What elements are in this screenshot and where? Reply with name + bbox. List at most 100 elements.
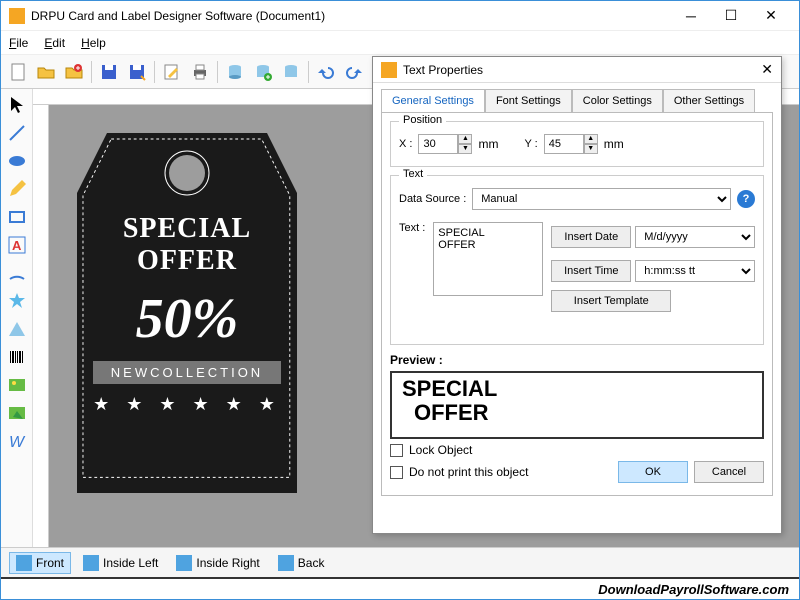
y-label: Y : bbox=[524, 138, 537, 150]
lock-checkbox[interactable]: Lock Object bbox=[390, 443, 764, 457]
cancel-button[interactable]: Cancel bbox=[694, 461, 764, 483]
page-icon bbox=[16, 555, 32, 571]
preview-line1: SPECIAL bbox=[402, 377, 752, 401]
rect-tool[interactable] bbox=[5, 205, 29, 229]
line-tool[interactable] bbox=[5, 121, 29, 145]
tab-color[interactable]: Color Settings bbox=[572, 89, 663, 112]
tag-content: SPECIAL OFFER 50% NEWCOLLECTION ★ ★ ★ ★ … bbox=[67, 213, 307, 503]
tab-inside-right[interactable]: Inside Right bbox=[170, 553, 265, 573]
y-spinner[interactable]: ▲▼ bbox=[544, 134, 598, 154]
db-add-button[interactable] bbox=[250, 59, 276, 85]
svg-text:A: A bbox=[12, 238, 22, 253]
date-format-select[interactable]: M/d/yyyy bbox=[635, 226, 755, 248]
dialog-close-button[interactable]: ✕ bbox=[761, 61, 773, 78]
checkbox-icon bbox=[390, 444, 403, 457]
library-tool[interactable] bbox=[5, 401, 29, 425]
open-delete-button[interactable] bbox=[61, 59, 87, 85]
window-title: DRPU Card and Label Designer Software (D… bbox=[31, 9, 671, 23]
triangle-tool[interactable] bbox=[5, 317, 29, 341]
help-icon[interactable]: ? bbox=[737, 190, 755, 208]
y-up[interactable]: ▲ bbox=[584, 134, 598, 144]
preview-label: Preview : bbox=[390, 353, 764, 367]
side-toolbox: A W bbox=[1, 89, 33, 547]
db-button[interactable] bbox=[222, 59, 248, 85]
tag-text-offer: OFFER bbox=[85, 245, 289, 277]
open-button[interactable] bbox=[33, 59, 59, 85]
tab-back[interactable]: Back bbox=[272, 553, 331, 573]
tag-label[interactable]: SPECIAL OFFER 50% NEWCOLLECTION ★ ★ ★ ★ … bbox=[67, 123, 307, 503]
tag-text-special: SPECIAL bbox=[85, 213, 289, 245]
save-button[interactable] bbox=[96, 59, 122, 85]
pencil-tool[interactable] bbox=[5, 177, 29, 201]
ok-button[interactable]: OK bbox=[618, 461, 688, 483]
x-spinner[interactable]: ▲▼ bbox=[418, 134, 472, 154]
pointer-tool[interactable] bbox=[5, 93, 29, 117]
position-fieldset: Position X : ▲▼ mm Y : ▲▼ mm bbox=[390, 121, 764, 167]
maximize-button[interactable]: ☐ bbox=[711, 2, 751, 30]
position-legend: Position bbox=[399, 114, 446, 126]
y-unit: mm bbox=[604, 137, 624, 151]
dialog-icon bbox=[381, 62, 397, 78]
noprint-checkbox[interactable]: Do not print this object bbox=[390, 465, 612, 479]
image-tool[interactable] bbox=[5, 373, 29, 397]
db-refresh-button[interactable] bbox=[278, 59, 304, 85]
arc-tool[interactable] bbox=[5, 261, 29, 285]
text-tool[interactable]: A bbox=[5, 233, 29, 257]
menu-edit[interactable]: Edit bbox=[44, 36, 65, 50]
wordart-tool[interactable]: W bbox=[5, 429, 29, 453]
tab-general[interactable]: General Settings bbox=[381, 89, 485, 112]
tab-other[interactable]: Other Settings bbox=[663, 89, 755, 112]
footer-text: DownloadPayrollSoftware.com bbox=[598, 582, 789, 597]
text-properties-dialog: Text Properties ✕ General Settings Font … bbox=[372, 56, 782, 534]
x-input[interactable] bbox=[418, 134, 458, 154]
new-button[interactable] bbox=[5, 59, 31, 85]
tag-text-band: NEWCOLLECTION bbox=[93, 361, 281, 384]
time-format-select[interactable]: h:mm:ss tt bbox=[635, 260, 755, 282]
y-input[interactable] bbox=[544, 134, 584, 154]
barcode-tool[interactable] bbox=[5, 345, 29, 369]
menu-help[interactable]: Help bbox=[81, 36, 106, 50]
x-label: X : bbox=[399, 138, 412, 150]
insert-time-button[interactable]: Insert Time bbox=[551, 260, 631, 282]
preview-line2: OFFER bbox=[402, 401, 752, 425]
dialog-titlebar: Text Properties ✕ bbox=[373, 57, 781, 83]
dialog-title: Text Properties bbox=[403, 63, 761, 77]
y-down[interactable]: ▼ bbox=[584, 144, 598, 154]
ellipse-tool[interactable] bbox=[5, 149, 29, 173]
ruler-vertical bbox=[33, 105, 49, 547]
tab-font[interactable]: Font Settings bbox=[485, 89, 572, 112]
tab-front[interactable]: Front bbox=[9, 552, 71, 574]
checkbox-icon bbox=[390, 466, 403, 479]
minimize-button[interactable]: ─ bbox=[671, 2, 711, 30]
page-icon bbox=[278, 555, 294, 571]
footer: DownloadPayrollSoftware.com bbox=[1, 577, 799, 599]
insert-template-button[interactable]: Insert Template bbox=[551, 290, 671, 312]
insert-date-button[interactable]: Insert Date bbox=[551, 226, 631, 248]
text-textarea[interactable]: SPECIAL OFFER bbox=[433, 222, 543, 296]
text-legend: Text bbox=[399, 168, 427, 180]
text-fieldset: Text Data Source : Manual ? Text : SPECI… bbox=[390, 175, 764, 345]
page-icon bbox=[176, 555, 192, 571]
dialog-panel: Position X : ▲▼ mm Y : ▲▼ mm Text D bbox=[381, 112, 773, 496]
edit-button[interactable] bbox=[159, 59, 185, 85]
saveas-button[interactable] bbox=[124, 59, 150, 85]
tag-stars: ★ ★ ★ ★ ★ ★ bbox=[85, 394, 289, 415]
tab-inside-left[interactable]: Inside Left bbox=[77, 553, 164, 573]
menubar: File Edit Help bbox=[1, 31, 799, 55]
datasource-select[interactable]: Manual bbox=[472, 188, 731, 210]
svg-text:W: W bbox=[9, 434, 26, 451]
titlebar: DRPU Card and Label Designer Software (D… bbox=[1, 1, 799, 31]
undo-button[interactable] bbox=[313, 59, 339, 85]
x-up[interactable]: ▲ bbox=[458, 134, 472, 144]
tag-text-percent: 50% bbox=[85, 287, 289, 351]
page-tabs: Front Inside Left Inside Right Back bbox=[1, 547, 799, 577]
redo-button[interactable] bbox=[341, 59, 367, 85]
close-button[interactable]: ✕ bbox=[751, 2, 791, 30]
print-button[interactable] bbox=[187, 59, 213, 85]
x-down[interactable]: ▼ bbox=[458, 144, 472, 154]
app-icon bbox=[9, 8, 25, 24]
star-tool[interactable] bbox=[5, 289, 29, 313]
page-icon bbox=[83, 555, 99, 571]
text-label: Text : bbox=[399, 222, 425, 234]
menu-file[interactable]: File bbox=[9, 36, 28, 50]
